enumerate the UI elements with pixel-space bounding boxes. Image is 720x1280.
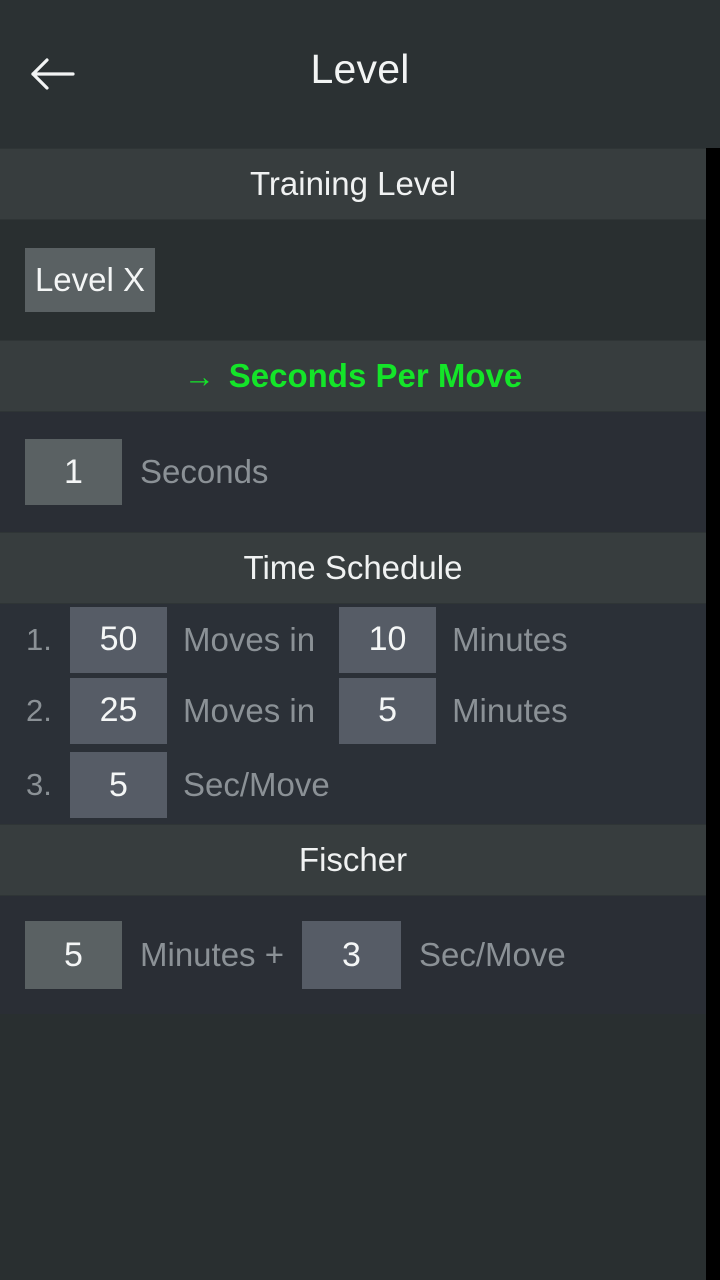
time-schedule-row: 1. 50 Moves in 10 Minutes: [0, 604, 706, 675]
seconds-per-move-row: 1 Seconds: [0, 412, 706, 532]
settings-scroll-area[interactable]: Training Level Level X → Seconds Per Mov…: [0, 148, 706, 1280]
section-header-fischer[interactable]: Fischer: [0, 824, 706, 896]
page-title: Level: [310, 46, 410, 92]
section-body-training-level: Level X: [0, 220, 706, 340]
seconds-value-field[interactable]: 1: [25, 439, 122, 505]
minutes-count-field[interactable]: 5: [339, 677, 437, 744]
level-select-button[interactable]: Level X: [25, 248, 155, 312]
section-title-time-schedule: Time Schedule: [243, 549, 463, 586]
arrow-right-icon: →: [183, 358, 215, 394]
section-body-time-schedule: 1. 50 Moves in 10 Minutes 2. 25 Moves in…: [0, 604, 706, 824]
moves-unit-label: Moves in: [183, 620, 316, 658]
moves-count-field[interactable]: 50: [70, 606, 167, 673]
sec-per-move-unit-label: Sec/Move: [183, 766, 330, 803]
row-index-label: 3.: [26, 767, 52, 802]
section-body-fischer: 5 Minutes + 3 Sec/Move: [0, 896, 706, 1014]
seconds-unit-label: Seconds: [140, 453, 269, 490]
section-title-fischer: Fischer: [298, 841, 408, 878]
minutes-count-field[interactable]: 10: [339, 606, 437, 673]
level-settings-screen: Level Training Level Level X → Seconds P…: [0, 0, 720, 1280]
time-schedule-row: 2. 25 Moves in 5 Minutes: [0, 675, 706, 746]
row-index-label: 2.: [26, 692, 52, 728]
sec-per-move-field[interactable]: 5: [70, 752, 167, 818]
fischer-increment-unit-label: Sec/Move: [419, 936, 566, 973]
training-level-row: Level X: [0, 220, 706, 340]
time-schedule-row: 3. 5 Sec/Move: [0, 746, 706, 824]
scrollbar-track[interactable]: [706, 148, 720, 1280]
app-bar: Level: [0, 0, 720, 148]
fischer-minutes-unit-label: Minutes +: [140, 936, 284, 973]
minutes-unit-label: Minutes: [452, 620, 568, 658]
row-index-label: 1.: [26, 621, 52, 657]
minutes-unit-label: Minutes: [452, 691, 568, 729]
section-header-time-schedule[interactable]: Time Schedule: [0, 532, 706, 604]
section-header-seconds-per-move[interactable]: → Seconds Per Move: [0, 340, 706, 412]
fischer-row: 5 Minutes + 3 Sec/Move: [0, 896, 706, 1014]
fischer-increment-field[interactable]: 3: [302, 921, 401, 989]
section-title-seconds-per-move: Seconds Per Move: [228, 357, 523, 394]
moves-unit-label: Moves in: [183, 691, 316, 729]
fischer-minutes-field[interactable]: 5: [25, 921, 122, 989]
section-header-training-level: Training Level: [0, 148, 706, 220]
moves-count-field[interactable]: 25: [70, 677, 167, 744]
section-body-seconds-per-move: 1 Seconds: [0, 412, 706, 532]
section-title-training-level: Training Level: [249, 165, 457, 202]
